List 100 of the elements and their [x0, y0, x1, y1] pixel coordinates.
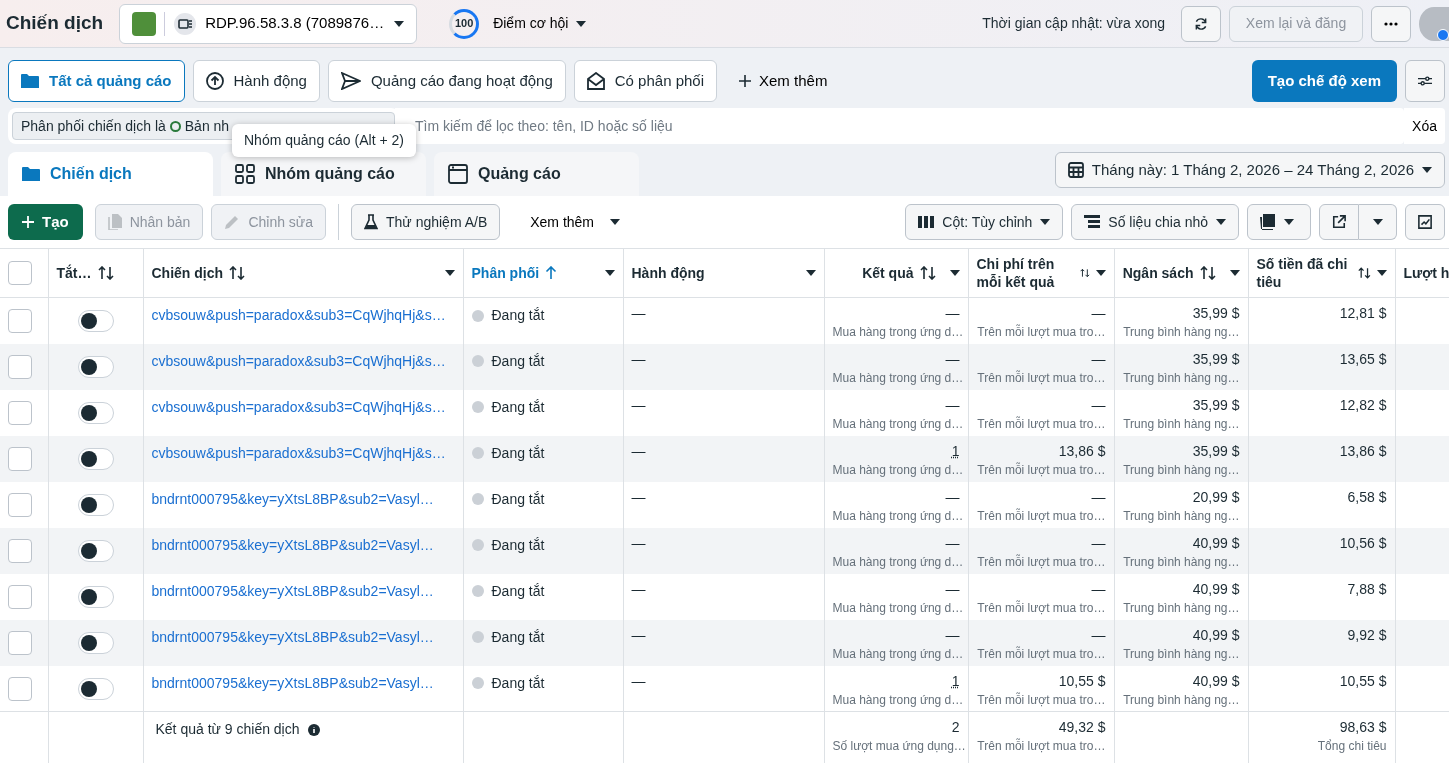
status-dot	[471, 355, 484, 367]
spent-value: 13,86 $	[1338, 441, 1387, 461]
cost-note: Trên mỗi lượt mua tro…	[976, 599, 1106, 616]
column-header[interactable]: Lượt h	[1403, 263, 1448, 283]
view-tab[interactable]: Có phân phối	[573, 60, 717, 102]
column-header[interactable]: Tắt…	[56, 263, 92, 283]
budget-note: Trung bình hàng ng…	[1122, 645, 1240, 662]
toggle-switch[interactable]	[77, 447, 114, 470]
create-button[interactable]: Tạo	[8, 204, 83, 240]
budget-note: Trung bình hàng ng…	[1122, 599, 1240, 616]
campaign-link[interactable]: bndrnt000795&key=yXtsL8BP&sub2=Vasyl…	[151, 534, 434, 556]
row-checkbox[interactable]	[8, 400, 32, 425]
toggle-switch[interactable]	[77, 585, 114, 608]
calendar-icon	[1067, 162, 1084, 178]
cost-value: —	[1090, 349, 1106, 369]
column-header[interactable]: Ngân sách	[1122, 263, 1194, 283]
delivery-status: Đang tắt	[491, 673, 545, 693]
clear-button[interactable]: Xóa	[1404, 108, 1445, 144]
account-selector[interactable]: RDP.96.58.3.8 (7089876…	[119, 3, 418, 44]
toggle-switch[interactable]	[77, 677, 114, 700]
status-dot	[471, 493, 484, 505]
export-button[interactable]	[1319, 204, 1359, 240]
row-checkbox[interactable]	[8, 446, 32, 471]
cost-note: Trên mỗi lượt mua tro…	[976, 645, 1106, 662]
column-header[interactable]: Hành động	[631, 263, 705, 283]
campaign-link[interactable]: cvbsouw&push=paradox&sub3=CqWjhqHj&s…	[151, 305, 446, 326]
cost-note: Trên mỗi lượt mua tro…	[976, 691, 1106, 708]
toggle-switch[interactable]	[77, 493, 114, 516]
campaign-link[interactable]: bndrnt000795&key=yXtsL8BP&sub2=Vasyl…	[151, 580, 434, 602]
toggle-switch[interactable]	[77, 401, 114, 424]
campaign-link[interactable]: bndrnt000795&key=yXtsL8BP&sub2=Vasyl…	[151, 626, 434, 648]
view-tab[interactable]: Hành động	[192, 60, 320, 102]
row-checkbox[interactable]	[8, 538, 32, 563]
toggle-switch[interactable]	[77, 355, 114, 378]
column-header[interactable]: Số tiền đã chi tiêu	[1256, 254, 1352, 292]
cost-note: Trên mỗi lượt mua tro…	[976, 507, 1106, 524]
table-cell-text: —	[631, 625, 647, 645]
more-dropdown[interactable]: Xem thêm	[524, 210, 627, 234]
settings-button[interactable]	[1405, 60, 1445, 102]
columns-dropdown[interactable]: Cột: Tùy chỉnh	[905, 204, 1064, 240]
column-header[interactable]: Phân phối	[471, 263, 540, 283]
create-view-button[interactable]: Tạo chế độ xem	[1251, 60, 1397, 102]
level-tab[interactable]: Chiến dịch	[8, 152, 213, 196]
folder-icon	[21, 73, 39, 89]
row-checkbox[interactable]	[8, 630, 32, 655]
export-dropdown[interactable]	[1359, 204, 1397, 240]
result-note: Mua hàng trong ứng d…	[832, 461, 960, 478]
cost-note: Trên mỗi lượt mua tro…	[976, 553, 1106, 570]
level-tab[interactable]: Quảng cáo	[434, 152, 639, 196]
total-cost-note: Trên mỗi lượt mua tro…	[976, 738, 1106, 754]
cost-note: Trên mỗi lượt mua tro…	[976, 415, 1106, 432]
column-header[interactable]: Chi phí trên mỗi kết quả	[976, 254, 1074, 292]
column-header[interactable]: Kết quả	[862, 263, 914, 283]
reports-dropdown[interactable]	[1247, 204, 1311, 240]
budget-value: 40,99 $	[1191, 671, 1240, 691]
avatar[interactable]	[1419, 6, 1449, 41]
row-checkbox[interactable]	[8, 492, 32, 517]
cost-value: —	[1090, 579, 1106, 599]
ab-test-button[interactable]: Thử nghiệm A/B	[351, 204, 501, 240]
refresh-button[interactable]	[1181, 5, 1221, 42]
cost-value: 13,86 $	[1057, 441, 1106, 461]
view-tab[interactable]: Tất cả quảng cáo	[8, 60, 185, 102]
row-checkbox[interactable]	[8, 309, 32, 333]
campaign-link[interactable]: cvbsouw&push=paradox&sub3=CqWjhqHj&s…	[151, 350, 446, 372]
campaign-link[interactable]: bndrnt000795&key=yXtsL8BP&sub2=Vasyl…	[151, 672, 434, 694]
cost-value: —	[1090, 625, 1106, 645]
sliders-icon	[1418, 74, 1432, 88]
budget-value: 35,99 $	[1191, 441, 1240, 461]
result-value: —	[944, 304, 960, 323]
toggle-switch[interactable]	[77, 539, 114, 562]
result-value: —	[944, 579, 960, 599]
pencil-icon	[224, 214, 241, 230]
opportunity-score-dropdown[interactable]: Điểm cơ hội	[487, 12, 593, 35]
total-spent-note: Tổng chi tiêu	[1316, 738, 1387, 754]
copy-icon	[107, 214, 122, 230]
row-checkbox[interactable]	[8, 676, 32, 701]
more-views-button[interactable]: Xem thêm	[733, 68, 834, 94]
campaign-link[interactable]: cvbsouw&push=paradox&sub3=CqWjhqHj&s…	[151, 442, 446, 464]
row-checkbox[interactable]	[8, 354, 32, 379]
result-note: Mua hàng trong ứng d…	[832, 553, 960, 570]
result-value: —	[944, 349, 960, 369]
column-header[interactable]: Chiến dịch	[151, 263, 224, 283]
chart-button[interactable]	[1405, 204, 1445, 240]
campaign-link[interactable]: cvbsouw&push=paradox&sub3=CqWjhqHj&s…	[151, 396, 446, 418]
send-icon	[340, 72, 361, 90]
status-dot	[471, 539, 484, 551]
row-checkbox[interactable]	[8, 584, 32, 609]
toggle-switch[interactable]	[77, 310, 114, 332]
date-range-picker[interactable]: Tháng này: 1 Tháng 2, 2026 – 24 Tháng 2, 2026	[1054, 152, 1445, 188]
budget-value: 35,99 $	[1191, 395, 1240, 415]
select-all-checkbox[interactable]	[8, 261, 32, 285]
cost-note: Trên mỗi lượt mua tro…	[976, 324, 1106, 340]
more-icon	[1384, 21, 1398, 26]
toggle-switch[interactable]	[77, 631, 114, 654]
view-tab[interactable]: Quảng cáo đang hoạt động	[327, 60, 566, 102]
badge-icon	[1437, 28, 1449, 41]
campaign-link[interactable]: bndrnt000795&key=yXtsL8BP&sub2=Vasyl…	[151, 488, 434, 510]
breakdown-icon	[1084, 215, 1101, 229]
cost-note: Trên mỗi lượt mua tro…	[976, 369, 1106, 386]
breakdown-dropdown[interactable]: Số liệu chia nhỏ	[1071, 204, 1239, 240]
